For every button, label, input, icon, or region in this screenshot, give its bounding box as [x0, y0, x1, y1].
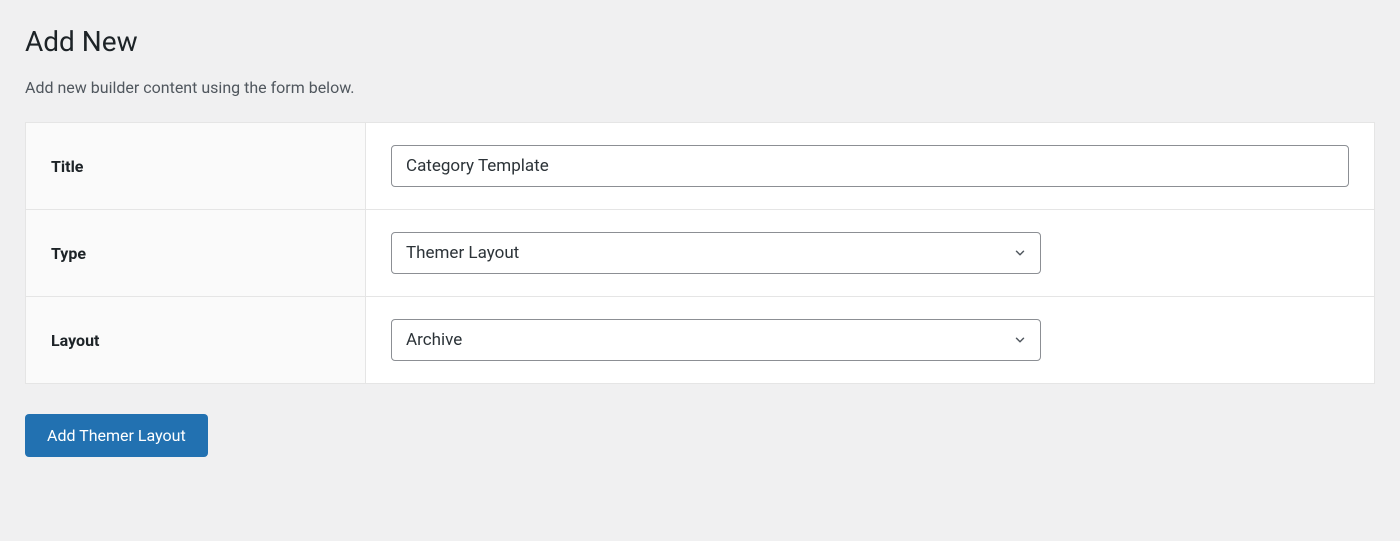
title-label: Title — [51, 157, 83, 176]
layout-label: Layout — [51, 331, 99, 350]
select-wrapper: Themer Layout — [391, 232, 1041, 274]
page-description: Add new builder content using the form b… — [25, 78, 1375, 97]
form-row-type: Type Themer Layout — [26, 210, 1374, 297]
form-input-cell: Archive — [366, 297, 1374, 383]
add-themer-layout-button[interactable]: Add Themer Layout — [25, 414, 208, 457]
form-label-cell: Title — [26, 123, 366, 209]
form-row-title: Title — [26, 123, 1374, 210]
select-wrapper: Archive — [391, 319, 1041, 361]
type-select[interactable]: Themer Layout — [391, 232, 1041, 274]
form-row-layout: Layout Archive — [26, 297, 1374, 383]
type-label: Type — [51, 244, 86, 263]
form-input-cell: Themer Layout — [366, 210, 1374, 296]
form-label-cell: Type — [26, 210, 366, 296]
form-input-cell — [366, 123, 1374, 209]
layout-select[interactable]: Archive — [391, 319, 1041, 361]
page-title: Add New — [25, 25, 1375, 58]
form-table: Title Type Themer Layout Layout — [25, 122, 1375, 384]
form-label-cell: Layout — [26, 297, 366, 383]
title-input[interactable] — [391, 145, 1349, 187]
